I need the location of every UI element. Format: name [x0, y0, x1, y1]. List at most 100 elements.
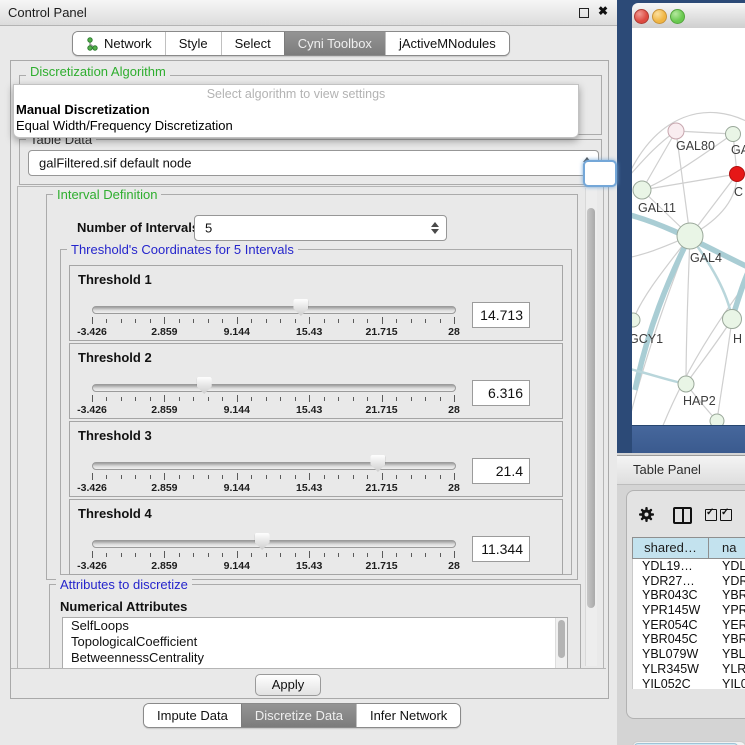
table-row[interactable]: YBR043CYBR0: [633, 588, 745, 603]
vertical-scrollbar-thumb[interactable]: [587, 208, 595, 608]
cell-name[interactable]: YBR0: [709, 632, 745, 647]
network-edge[interactable]: [717, 319, 732, 421]
gear-icon[interactable]: [638, 506, 655, 523]
network-edge[interactable]: [676, 131, 733, 134]
cell-name[interactable]: YLR3: [709, 662, 745, 677]
slider-tick-labels: -3.4262.8599.14415.4321.71528: [92, 326, 454, 338]
network-edge[interactable]: [632, 236, 690, 425]
cell-shared-name[interactable]: YDR27…: [633, 574, 709, 589]
network-node[interactable]: [730, 167, 745, 182]
popup-option-manual[interactable]: Manual Discretization: [14, 102, 578, 118]
node-label: H: [733, 332, 742, 346]
network-edge[interactable]: [642, 131, 676, 190]
threshold-1-slider[interactable]: -3.4262.8599.14415.4321.71528: [92, 304, 454, 334]
cell-shared-name[interactable]: YBL079W: [633, 647, 709, 662]
close-traffic-light-icon[interactable]: [634, 9, 649, 24]
tab-cyni-toolbox[interactable]: Cyni Toolbox: [284, 32, 385, 55]
tick-mark: [324, 475, 325, 479]
network-node[interactable]: [668, 123, 684, 139]
tab-discretize-data[interactable]: Discretize Data: [241, 704, 356, 727]
network-node[interactable]: [678, 376, 694, 392]
cell-name[interactable]: YIL0: [709, 677, 745, 690]
algorithm-group-title: Discretization Algorithm: [26, 64, 170, 79]
columns-icon[interactable]: [673, 507, 692, 524]
tab-network[interactable]: Network: [73, 32, 165, 55]
cell-shared-name[interactable]: YPR145W: [633, 603, 709, 618]
network-node[interactable]: [633, 181, 651, 199]
threshold-3-value-input[interactable]: 21.4: [472, 458, 530, 484]
tab-impute-data[interactable]: Impute Data: [144, 704, 241, 727]
table-row[interactable]: YIL052CYIL0: [633, 677, 745, 690]
threshold-2-value-input[interactable]: 6.316: [472, 380, 530, 406]
slider-track[interactable]: [92, 540, 456, 548]
table-row[interactable]: YPR145WYPR1: [633, 603, 745, 618]
zoom-traffic-light-icon[interactable]: [670, 9, 685, 24]
threshold-3-slider[interactable]: -3.4262.8599.14415.4321.71528: [92, 460, 454, 490]
attribute-list-item[interactable]: SelfLoops: [63, 618, 567, 634]
table-row[interactable]: YDL19…YDL1: [633, 559, 745, 574]
slider-track[interactable]: [92, 306, 456, 314]
cell-shared-name[interactable]: YER054C: [633, 618, 709, 633]
cell-shared-name[interactable]: YLR345W: [633, 662, 709, 677]
slider-track[interactable]: [92, 462, 456, 470]
network-edge[interactable]: [642, 174, 737, 190]
cell-name[interactable]: YPR1: [709, 603, 745, 618]
network-edge[interactable]: [635, 236, 690, 390]
threshold-4-slider[interactable]: -3.4262.8599.14415.4321.71528: [92, 538, 454, 568]
cell-shared-name[interactable]: YIL052C: [633, 677, 709, 690]
table-row[interactable]: YLR345WYLR3: [633, 662, 745, 677]
network-node[interactable]: [677, 223, 703, 249]
cell-name[interactable]: YER0: [709, 618, 745, 633]
cell-name[interactable]: YBR0: [709, 588, 745, 603]
slider-track[interactable]: [92, 384, 456, 392]
column-header-name[interactable]: na: [709, 538, 745, 558]
network-node[interactable]: [632, 313, 640, 327]
network-node[interactable]: [710, 414, 724, 425]
network-graph[interactable]: GAL80GACGAL11GAL4GCY1HHAP2: [632, 28, 745, 425]
apply-button[interactable]: Apply: [255, 674, 321, 696]
list-scrollbar-thumb[interactable]: [558, 620, 565, 658]
cell-name[interactable]: YBL0: [709, 647, 745, 662]
tab-jactivemnodules[interactable]: jActiveMNodules: [385, 32, 509, 55]
threshold-4-value-input[interactable]: 11.344: [472, 536, 530, 562]
horizontal-scrollbar[interactable]: [632, 741, 745, 745]
table-data-combobox[interactable]: galFiltered.sif default node: [28, 150, 599, 176]
cell-name[interactable]: YDL1: [709, 559, 745, 574]
float-icon[interactable]: [579, 8, 589, 18]
table-row[interactable]: YBR045CYBR0: [633, 632, 745, 647]
cell-name[interactable]: YDR2: [709, 574, 745, 589]
cell-shared-name[interactable]: YBR045C: [633, 632, 709, 647]
network-edge[interactable]: [686, 319, 732, 384]
tick-mark: [338, 475, 339, 479]
numerical-attributes-list[interactable]: SelfLoopsTopologicalCoefficientBetweenne…: [62, 617, 568, 669]
cell-shared-name[interactable]: YDL19…: [633, 559, 709, 574]
table-row[interactable]: YDR27…YDR2: [633, 574, 745, 589]
tab-infer-network[interactable]: Infer Network: [356, 704, 460, 727]
network-node[interactable]: [723, 310, 742, 329]
num-intervals-spinner[interactable]: 5: [194, 215, 447, 241]
attribute-list-item[interactable]: BetweennessCentrality: [63, 650, 567, 666]
tab-select[interactable]: Select: [221, 32, 284, 55]
table-row[interactable]: YBL079WYBL0: [633, 647, 745, 662]
tick-mark: [425, 397, 426, 401]
network-node[interactable]: [726, 127, 741, 142]
tab-impute-data-label: Impute Data: [157, 708, 228, 723]
column-header-shared-name[interactable]: shared…: [633, 538, 709, 558]
checkbox-icon-2[interactable]: [720, 509, 732, 521]
threshold-1-value-input[interactable]: 14.713: [472, 302, 530, 328]
top-tab-bar: Network Style Select Cyni Toolbox jActiv…: [72, 31, 510, 56]
vertical-scrollbar[interactable]: [585, 188, 597, 666]
threshold-2-slider[interactable]: -3.4262.8599.14415.4321.71528: [92, 382, 454, 412]
popup-option-equal-width[interactable]: Equal Width/Frequency Discretization: [14, 118, 578, 134]
list-scrollbar[interactable]: [555, 618, 567, 668]
cell-shared-name[interactable]: YBR043C: [633, 588, 709, 603]
algorithm-combobox[interactable]: [583, 160, 617, 187]
network-canvas[interactable]: GAL80GACGAL11GAL4GCY1HHAP2: [632, 28, 745, 425]
close-icon[interactable]: ✖: [598, 4, 608, 18]
minimize-traffic-light-icon[interactable]: [652, 9, 667, 24]
table-row[interactable]: YER054CYER0: [633, 618, 745, 633]
tab-style[interactable]: Style: [165, 32, 221, 55]
attribute-list-item[interactable]: TopologicalCoefficient: [63, 634, 567, 650]
checkbox-icon-1[interactable]: [705, 509, 717, 521]
network-window-titlebar[interactable]: [632, 3, 745, 29]
